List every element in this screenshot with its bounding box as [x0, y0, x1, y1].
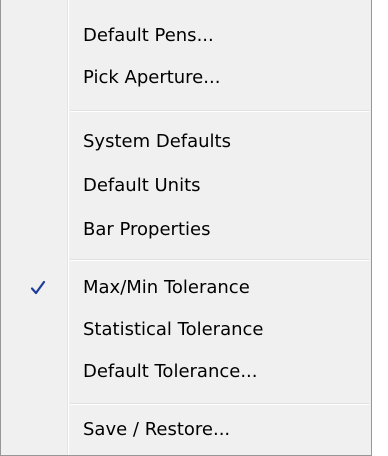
menu-item-label: Save / Restore...	[83, 419, 231, 440]
menu-item-label: Default Tolerance...	[83, 361, 258, 382]
menu-separator	[70, 403, 369, 405]
menu-item-pick-aperture[interactable]: Pick Aperture...	[3, 56, 369, 100]
context-menu: Default Pens... Pick Aperture... System …	[0, 0, 372, 456]
checkmark-icon	[23, 266, 53, 310]
menu-item-bar-properties[interactable]: Bar Properties	[3, 208, 369, 252]
menu-separator	[70, 110, 369, 112]
menu-separator	[70, 259, 369, 261]
menu-item-system-defaults[interactable]: System Defaults	[3, 120, 369, 164]
menu-item-label: Bar Properties	[83, 219, 211, 240]
menu-item-label: Pick Aperture...	[83, 67, 221, 88]
menu-item-label: System Defaults	[83, 131, 231, 152]
menu-item-label: Default Pens...	[83, 25, 214, 46]
menu-item-save-restore[interactable]: Save / Restore...	[3, 408, 369, 452]
menu-item-default-units[interactable]: Default Units	[3, 164, 369, 208]
menu-item-default-pens[interactable]: Default Pens...	[3, 14, 369, 58]
menu-item-label: Statistical Tolerance	[83, 319, 264, 340]
menu-item-label: Max/Min Tolerance	[83, 277, 250, 298]
menu-item-label: Default Units	[83, 175, 201, 196]
menu-item-statistical-tolerance[interactable]: Statistical Tolerance	[3, 308, 369, 352]
menu-item-max-min-tolerance[interactable]: Max/Min Tolerance	[3, 266, 369, 310]
menu-item-default-tolerance[interactable]: Default Tolerance...	[3, 350, 369, 394]
